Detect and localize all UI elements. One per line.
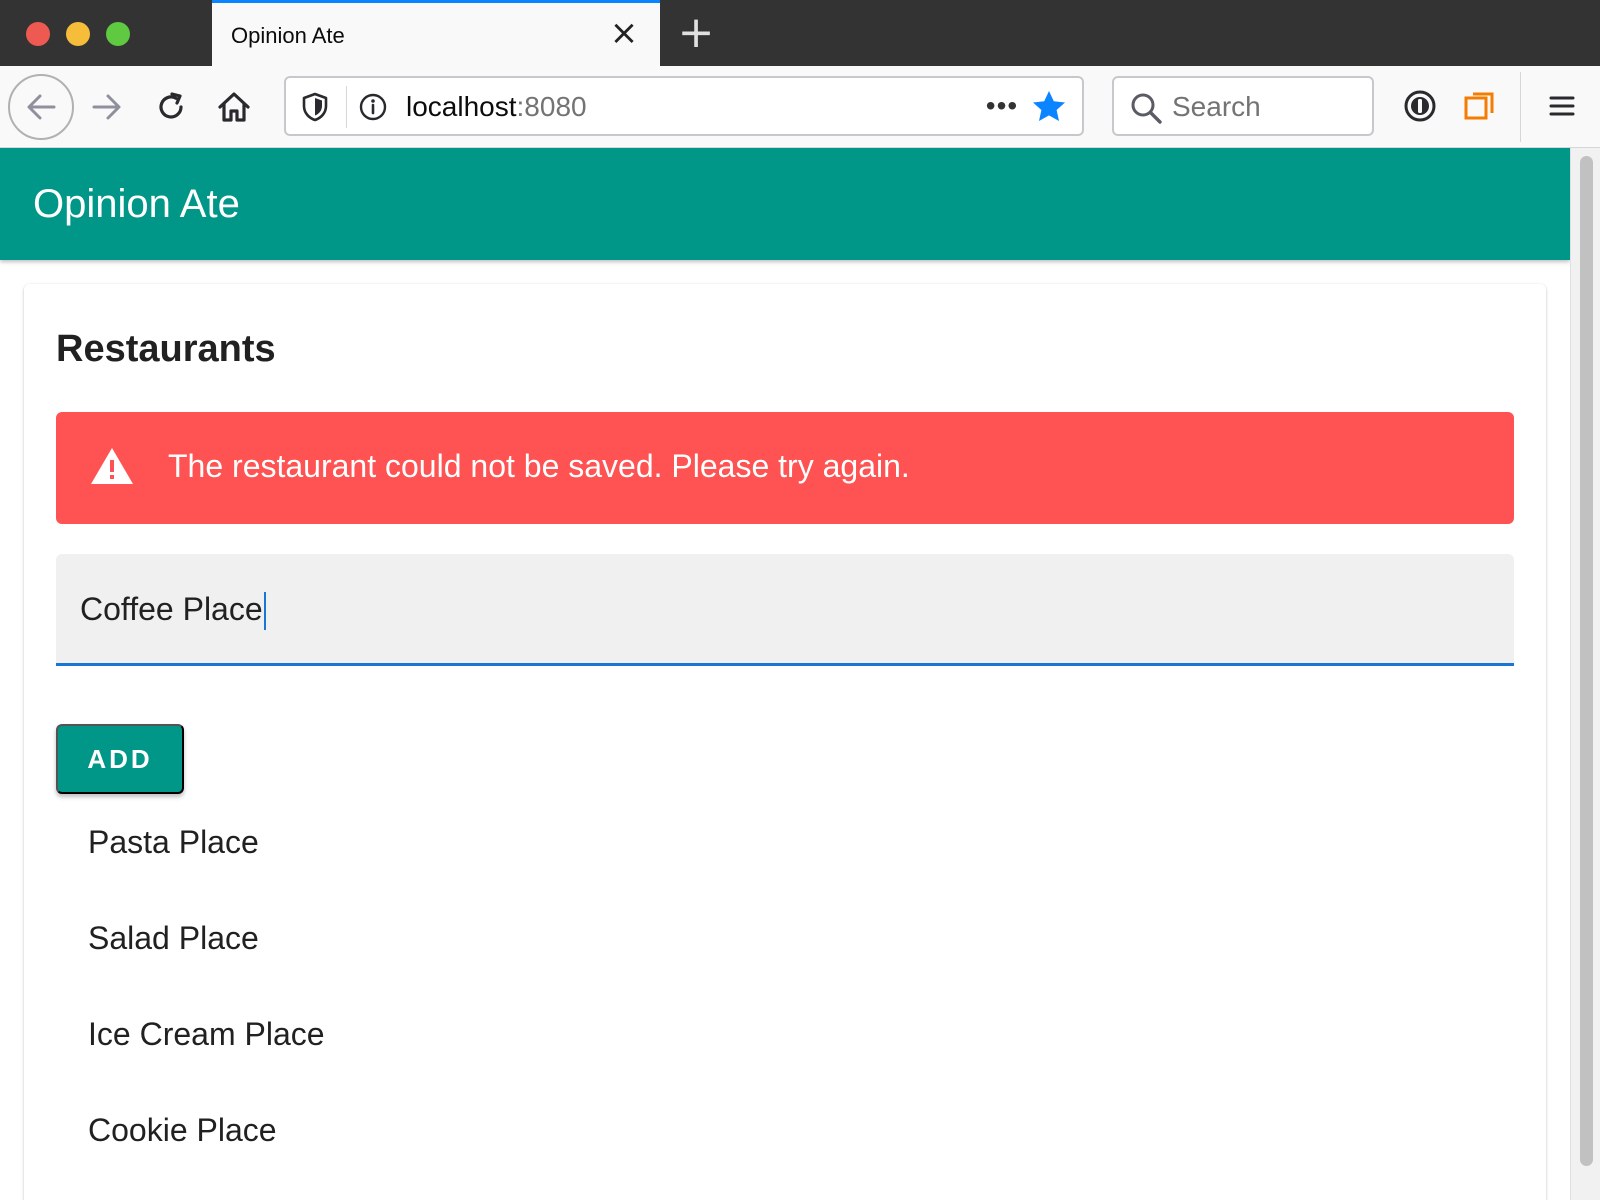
list-item: Ice Cream Place bbox=[88, 1015, 325, 1052]
restaurants-card: Restaurants The restaurant could not be … bbox=[24, 284, 1546, 1200]
tab-title: Opinion Ate bbox=[231, 23, 345, 48]
vertical-scrollbar[interactable] bbox=[1570, 148, 1600, 1200]
search-icon bbox=[1131, 93, 1162, 124]
app-bar: Opinion Ate bbox=[0, 148, 1570, 260]
close-tab-icon[interactable]: × bbox=[608, 16, 640, 50]
add-button[interactable]: ADD bbox=[56, 724, 184, 794]
restaurant-list: Pasta Place Salad Place Ice Cream Place Coo… bbox=[56, 794, 1514, 1178]
bookmark-star-icon[interactable] bbox=[1030, 88, 1068, 126]
close-window-button[interactable] bbox=[26, 22, 50, 46]
home-icon bbox=[218, 92, 250, 122]
warning-icon bbox=[91, 448, 133, 484]
list-item: Salad Place bbox=[88, 919, 259, 956]
minimize-window-button[interactable] bbox=[66, 22, 90, 46]
page-actions-menu-icon[interactable]: ••• bbox=[982, 88, 1022, 124]
container-button[interactable] bbox=[1454, 80, 1506, 132]
home-button[interactable] bbox=[203, 76, 265, 138]
container-icon bbox=[1464, 92, 1494, 120]
url-port: :8080 bbox=[516, 91, 587, 122]
zoom-window-button[interactable] bbox=[106, 22, 130, 46]
password-manager-button[interactable] bbox=[1394, 80, 1446, 132]
list-item: Cookie Place bbox=[88, 1111, 277, 1148]
hamburger-menu-icon bbox=[1549, 96, 1575, 116]
shield-icon[interactable] bbox=[298, 90, 332, 124]
toolbar-divider bbox=[1520, 72, 1521, 142]
page-viewport: Opinion Ate Restaurants The restaurant c… bbox=[0, 148, 1570, 1200]
scrollbar-thumb[interactable] bbox=[1580, 156, 1593, 1166]
reload-button[interactable] bbox=[140, 76, 202, 138]
text-caret bbox=[263, 592, 266, 630]
error-message: The restaurant could not be saved. Pleas… bbox=[168, 448, 910, 484]
app-title: Opinion Ate bbox=[33, 182, 240, 226]
page-title: Restaurants bbox=[56, 328, 276, 370]
open-menu-button[interactable] bbox=[1536, 80, 1588, 132]
url-bar-divider bbox=[346, 86, 347, 128]
url-text[interactable]: localhost:8080 bbox=[406, 91, 587, 123]
password-manager-icon bbox=[1404, 90, 1436, 122]
url-bar[interactable]: localhost:8080 ••• bbox=[284, 76, 1084, 136]
restaurant-name-input[interactable] bbox=[80, 584, 1480, 634]
navigation-toolbar: localhost:8080 ••• bbox=[0, 66, 1600, 148]
search-input[interactable] bbox=[1172, 88, 1362, 126]
restaurant-name-field[interactable] bbox=[56, 554, 1514, 666]
tab-opinion-ate[interactable]: Opinion Ate × bbox=[212, 0, 660, 66]
url-host: localhost bbox=[406, 91, 517, 122]
list-item: Pasta Place bbox=[88, 823, 259, 860]
forward-arrow-icon bbox=[92, 94, 121, 120]
back-button[interactable] bbox=[8, 74, 74, 140]
back-arrow-icon bbox=[27, 94, 56, 120]
tab-strip: Opinion Ate × + bbox=[0, 0, 1600, 66]
error-alert: The restaurant could not be saved. Pleas… bbox=[56, 412, 1514, 524]
new-tab-icon[interactable]: + bbox=[676, 11, 716, 55]
forward-button[interactable] bbox=[76, 76, 138, 138]
search-bar[interactable] bbox=[1112, 76, 1374, 136]
reload-icon bbox=[159, 92, 183, 119]
info-icon[interactable] bbox=[356, 90, 390, 124]
